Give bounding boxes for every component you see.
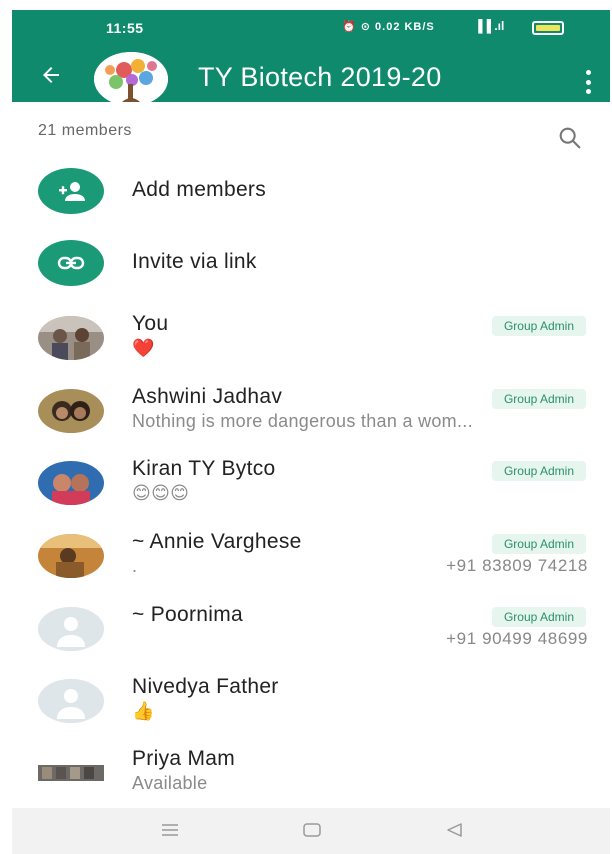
member-status: Available	[132, 773, 208, 793]
status-bar: 11:55 ⏰ ⊙ 0.02 KB/S ▐▐ .ıl	[12, 10, 610, 44]
member-name: Kiran TY Bytco	[132, 457, 276, 480]
member-status: 😊😊😊	[132, 483, 190, 503]
member-row[interactable]: ~ Poornima Group Admin +91 90499 48699	[38, 603, 598, 659]
member-status: ❤️	[132, 338, 155, 358]
invite-link-row[interactable]: Invite via link	[38, 240, 598, 288]
member-row[interactable]: You ❤️ Group Admin	[38, 312, 598, 368]
link-icon	[57, 256, 85, 270]
default-avatar-icon	[38, 607, 104, 651]
avatar	[38, 316, 104, 360]
status-time: 11:55	[106, 20, 144, 36]
back-button[interactable]	[36, 60, 66, 90]
app-bar: 11:55 ⏰ ⊙ 0.02 KB/S ▐▐ .ıl TY Biotech 20…	[12, 10, 610, 106]
member-row[interactable]: Priya Mam Available	[38, 747, 598, 803]
member-name: ~ Annie Varghese	[132, 530, 302, 553]
members-count: 21 members	[38, 122, 132, 139]
more-vert-icon	[585, 70, 591, 75]
member-row[interactable]: Nivedya Father 👍	[38, 675, 598, 731]
recent-apps-button[interactable]	[156, 818, 184, 842]
add-members-row[interactable]: Add members	[38, 168, 598, 216]
back-triangle-icon	[447, 823, 462, 837]
avatar	[38, 751, 104, 795]
member-status: 👍	[132, 701, 155, 721]
search-button[interactable]	[556, 124, 588, 156]
admin-badge: Group Admin	[491, 461, 586, 481]
more-options-button[interactable]	[578, 68, 598, 96]
member-name: Ashwini Jadhav	[132, 385, 283, 408]
group-avatar[interactable]	[94, 52, 168, 106]
status-icons: ⏰ ⊙ 0.02 KB/S	[342, 21, 435, 33]
default-avatar-icon	[38, 679, 104, 723]
member-status: Nothing is more dangerous than a wom...	[132, 411, 473, 431]
battery-icon	[532, 21, 564, 35]
admin-badge: Group Admin	[491, 316, 586, 336]
member-status: .	[132, 556, 138, 576]
avatar	[38, 679, 104, 723]
admin-badge: Group Admin	[491, 389, 586, 409]
invite-link-button[interactable]	[38, 240, 104, 286]
member-name: You	[132, 312, 169, 335]
signal-icon: ▐▐ .ıl	[474, 19, 505, 33]
avatar	[38, 389, 104, 433]
search-icon	[559, 127, 581, 149]
avatar	[38, 461, 104, 505]
member-row[interactable]: Kiran TY Bytco 😊😊😊 Group Admin	[38, 457, 598, 513]
avatar	[38, 534, 104, 578]
system-nav-bar	[12, 808, 610, 854]
add-members-label: Add members	[132, 178, 267, 201]
nav-back-button[interactable]	[440, 818, 468, 842]
add-group-icon	[59, 182, 85, 201]
group-title[interactable]: TY Biotech 2019-20	[198, 62, 442, 93]
home-icon	[303, 823, 321, 837]
member-name: Priya Mam	[132, 747, 236, 770]
avatar	[38, 607, 104, 651]
member-name: ~ Poornima	[132, 603, 243, 626]
member-phone: +91 90499 48699	[446, 629, 588, 648]
arrow-left-icon	[43, 67, 59, 83]
member-name: Nivedya Father	[132, 675, 279, 698]
home-button[interactable]	[298, 818, 326, 842]
member-row[interactable]: ~ Annie Varghese . Group Admin +91 83809…	[38, 530, 598, 586]
admin-badge: Group Admin	[491, 607, 586, 627]
admin-badge: Group Admin	[491, 534, 586, 554]
add-members-button[interactable]	[38, 168, 104, 214]
member-row[interactable]: Ashwini Jadhav Nothing is more dangerous…	[38, 385, 598, 441]
invite-link-label: Invite via link	[132, 250, 257, 273]
member-phone: +91 83809 74218	[446, 556, 588, 575]
recent-apps-icon	[162, 824, 178, 836]
